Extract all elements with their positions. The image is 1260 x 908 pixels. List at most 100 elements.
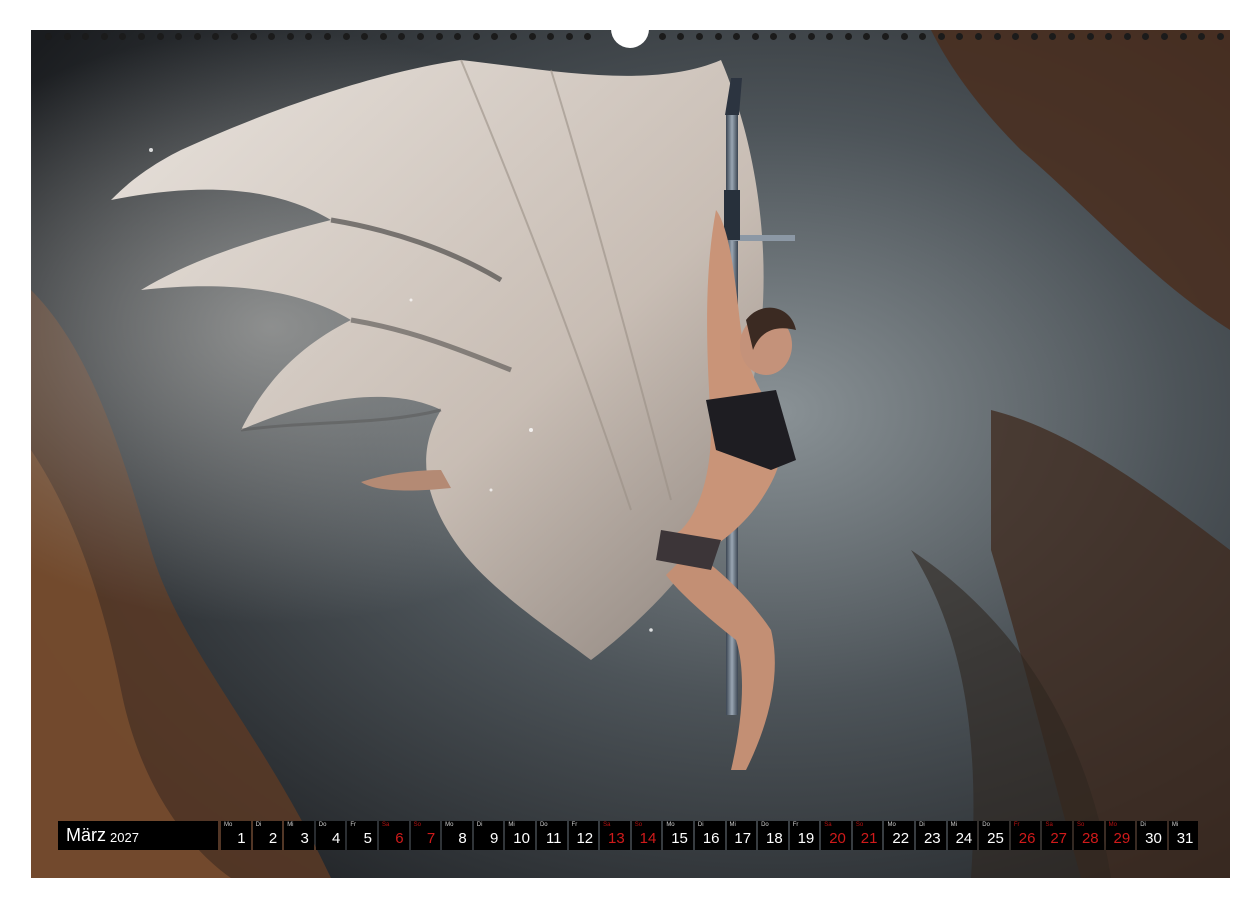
day-number: 10 [513, 830, 530, 847]
binding-hole [1142, 33, 1150, 40]
day-cell: Sa 13 [600, 821, 630, 850]
day-number: 28 [1081, 830, 1099, 847]
binding-hole [1030, 33, 1038, 40]
day-number: 18 [766, 830, 783, 847]
binding-hole [919, 33, 927, 40]
weekday-label: Fr [571, 822, 578, 828]
day-cell: Do 4 [315, 821, 346, 850]
binding-hole [454, 33, 462, 40]
binding-hole [361, 33, 369, 40]
binding-hole [547, 33, 555, 40]
weekday-label: Di [255, 822, 262, 828]
weekday-label: Sa [1045, 822, 1053, 828]
day-cell: Di 9 [473, 821, 504, 850]
weekday-label: Mi [950, 822, 957, 828]
day-number: 29 [1113, 830, 1131, 847]
weekday-label: Fr [792, 822, 799, 828]
day-number: 30 [1145, 830, 1162, 847]
day-number: 5 [363, 830, 372, 847]
day-cell: Fr 26 [1010, 821, 1041, 850]
artwork-photo [31, 30, 1230, 878]
binding-hole [231, 33, 238, 40]
binding-hole [789, 33, 796, 40]
binding-hole [937, 33, 945, 40]
day-number: 25 [987, 830, 1004, 847]
day-cell: Mi 17 [726, 821, 757, 850]
binding-hole [844, 33, 852, 40]
binding-hole [1049, 33, 1057, 40]
binding-hole [1216, 33, 1224, 40]
binding-hole [286, 33, 294, 40]
day-cell: Mi 10 [505, 821, 535, 850]
binding-hole [398, 33, 406, 40]
binding-hole [472, 33, 480, 40]
binding-hole [956, 33, 964, 40]
day-number: 14 [639, 830, 657, 847]
binding-hole [1179, 33, 1187, 40]
weekday-label: Sa [381, 822, 390, 828]
day-cell: Di 16 [694, 821, 725, 850]
binding-hole [100, 33, 108, 40]
binding-hole [342, 33, 350, 40]
binding-hole [1161, 33, 1168, 40]
binding-hole [63, 33, 71, 40]
binding-hole [975, 33, 982, 40]
day-number: 24 [955, 830, 973, 847]
binding-hole [491, 33, 499, 40]
day-cell: Fr 12 [568, 821, 599, 850]
day-cell: So 28 [1074, 821, 1104, 850]
day-number: 12 [576, 830, 594, 847]
weekday-label: Do [982, 822, 990, 828]
day-number: 19 [797, 830, 815, 847]
day-number: 9 [490, 830, 499, 847]
binding-hole [714, 33, 722, 40]
binding-hole [212, 33, 220, 40]
day-number: 6 [395, 830, 404, 847]
day-cell: Mo 22 [884, 821, 915, 850]
weekday-label: Mo [887, 822, 896, 828]
day-number: 15 [671, 830, 688, 847]
day-number: 13 [608, 830, 625, 847]
day-number: 8 [458, 830, 467, 847]
binding-hole [417, 33, 424, 40]
binding-hole [45, 33, 52, 40]
day-cell: Mi 31 [1168, 821, 1199, 850]
weekday-label: So [634, 822, 643, 828]
day-cell: Di 2 [252, 821, 283, 850]
binding-hole [993, 33, 1001, 40]
weekday-label: So [413, 822, 421, 828]
day-cell: So 14 [631, 821, 662, 850]
weekday-label: Di [697, 822, 704, 828]
binding-hole [826, 33, 834, 40]
binding-hole [156, 33, 164, 40]
weekday-label: Mo [666, 822, 675, 828]
weekday-label: Mi [1171, 822, 1179, 828]
day-number: 21 [860, 830, 878, 847]
binding-hole [175, 33, 183, 40]
binding-hole [658, 33, 666, 40]
day-cell: Do 18 [758, 821, 788, 850]
weekday-label: Di [919, 822, 925, 828]
weekday-label: Mo [1108, 822, 1117, 828]
weekday-label: Mi [729, 822, 736, 828]
binding-hole [1012, 33, 1020, 40]
binding-hole [1068, 33, 1075, 40]
binding-hole [751, 33, 759, 40]
day-cell: Di 23 [916, 821, 946, 850]
day-cell: Sa 6 [378, 821, 409, 850]
binding-hole [565, 33, 573, 40]
day-cell: Do 25 [979, 821, 1009, 850]
binding-hole [510, 33, 517, 40]
weekday-label: Mo [445, 822, 454, 828]
day-cell: Mo 15 [663, 821, 693, 850]
day-number: 22 [892, 830, 910, 847]
month-name: März [66, 825, 106, 845]
binding-hole [119, 33, 127, 40]
day-cell: Fr 5 [347, 821, 377, 850]
calendar-strip: März 2027 Mo 1 Di 2 Mi 3 Do 4 Fr 5 Sa 6 So 7 Mo 8 Di 9 Mi 1… [58, 821, 1204, 850]
binding-hole [696, 33, 703, 40]
day-number: 23 [923, 830, 941, 847]
binding-hole [733, 33, 741, 40]
binding-hole [305, 33, 313, 40]
winged-figure-artwork [31, 30, 1230, 878]
